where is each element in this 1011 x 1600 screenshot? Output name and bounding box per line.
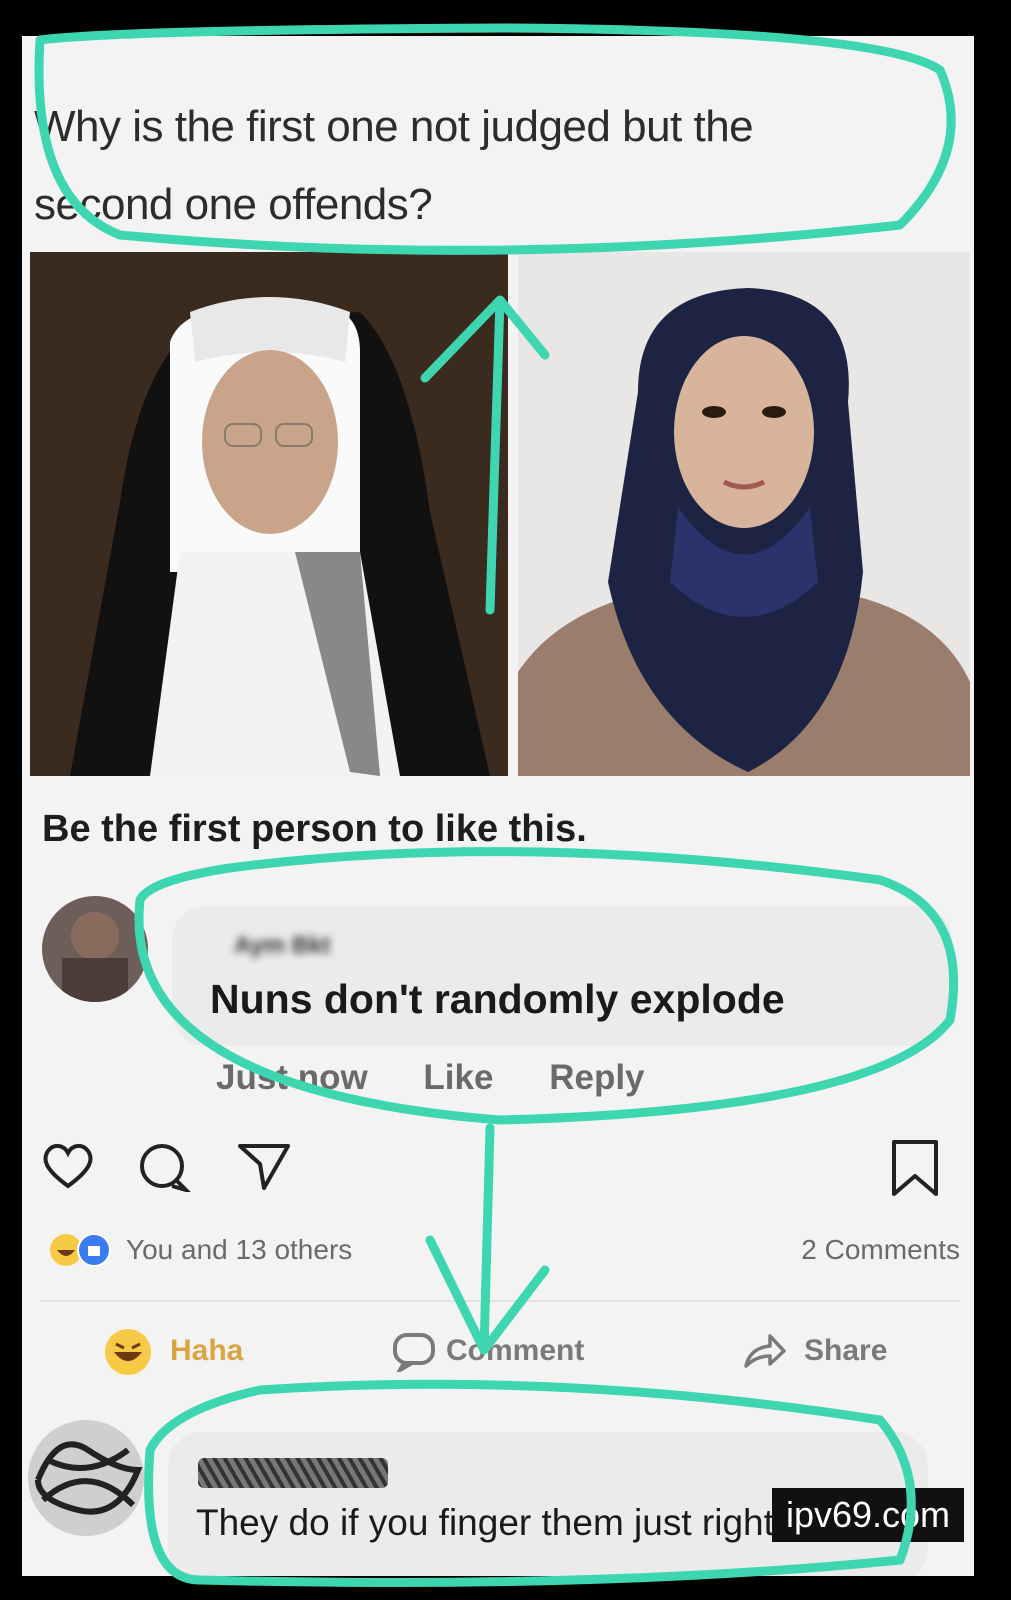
reply-avatar-scribbled[interactable]: [28, 1420, 144, 1536]
comment-time: Just now: [216, 1058, 368, 1097]
reaction-summary-row: You and 13 others 2 Comments: [40, 1232, 960, 1268]
reaction-count[interactable]: You and 13 others: [126, 1234, 352, 1266]
like-reaction-icon: [76, 1232, 112, 1273]
post-text-line-2: second one offends?: [34, 180, 433, 229]
share-icon[interactable]: [742, 1332, 788, 1377]
bookmark-icon[interactable]: [888, 1138, 942, 1203]
haha-button[interactable]: Haha: [170, 1334, 243, 1368]
comment-reply-link[interactable]: Reply: [549, 1058, 644, 1098]
divider: [40, 1300, 960, 1302]
commenter-name-redacted[interactable]: Aym Bkt: [234, 932, 330, 960]
comment-meta: Just now Like Reply: [216, 1058, 691, 1098]
comment-button[interactable]: Comment: [446, 1334, 584, 1368]
post-text-line-1: Why is the first one not judged but the: [34, 102, 754, 151]
comments-count[interactable]: 2 Comments: [801, 1234, 960, 1266]
hijab-photo: [518, 252, 970, 776]
likes-prompt: Be the first person to like this.: [42, 808, 587, 850]
watermark: ipv69.com: [772, 1488, 964, 1542]
comment-bubble: Aym Bkt Nuns don't randomly explode: [172, 906, 952, 1046]
comment-bubble-icon[interactable]: [136, 1140, 193, 1197]
send-icon[interactable]: [236, 1140, 292, 1197]
share-button[interactable]: Share: [804, 1334, 887, 1368]
commenter-avatar[interactable]: [42, 896, 148, 1002]
reply-text: They do if you finger them just right: [196, 1502, 774, 1543]
nun-photo: [30, 252, 508, 776]
comment-text: Nuns don't randomly explode: [210, 976, 785, 1022]
post-action-bar: Haha Comment Share: [22, 1326, 974, 1376]
comment-icon[interactable]: [392, 1332, 436, 1377]
comment-like-link[interactable]: Like: [423, 1058, 493, 1098]
haha-button-icon[interactable]: [102, 1326, 154, 1383]
heart-icon[interactable]: [40, 1140, 96, 1197]
post-text: Why is the first one not judged but the …: [34, 88, 964, 244]
screenshot-frame: Why is the first one not judged but the …: [22, 36, 974, 1576]
reply-author-scribble: [198, 1458, 388, 1488]
